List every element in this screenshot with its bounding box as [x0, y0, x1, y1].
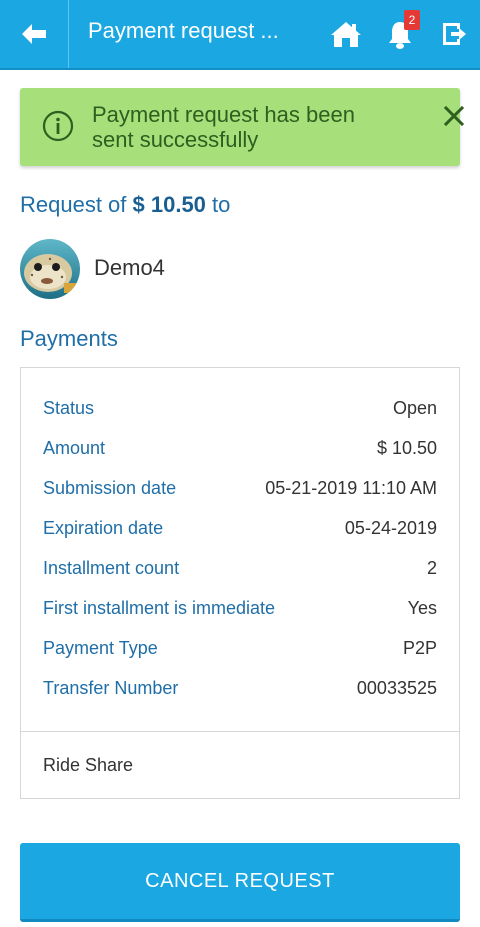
header-divider [68, 0, 69, 68]
recipient-name: Demo4 [94, 255, 165, 280]
detail-value: 2 [426, 558, 437, 578]
success-alert: Payment request has been sent successful… [20, 88, 465, 166]
arrow-left-icon [22, 24, 46, 44]
detail-label: Payment Type [43, 638, 158, 658]
notifications-button[interactable]: 2 [380, 10, 420, 54]
detail-row-payment-type: Payment Type P2P [43, 638, 437, 668]
detail-value: 05-24-2019 [344, 518, 437, 538]
request-heading: Request of $ 10.50 to [20, 192, 230, 218]
request-amount: $ 10.50 [132, 192, 206, 217]
detail-row-status: Status Open [43, 398, 437, 428]
detail-label: Status [43, 398, 95, 418]
payment-details-card: Status Open Amount $ 10.50 Submission da… [20, 367, 460, 799]
detail-label: Transfer Number [43, 678, 179, 698]
detail-value: 05-21-2019 11:10 AM [265, 478, 437, 498]
detail-value: Yes [407, 598, 437, 618]
detail-row-transfer-number: Transfer Number 00033525 [43, 678, 437, 708]
payment-note: Ride Share [43, 755, 134, 775]
detail-value: Open [392, 398, 437, 418]
back-button[interactable] [0, 0, 68, 68]
detail-label: Amount [43, 438, 106, 458]
close-icon [443, 105, 465, 127]
detail-row-first-installment: First installment is immediate Yes [43, 598, 437, 628]
page-title: Payment request ... [88, 18, 279, 43]
home-button[interactable] [326, 14, 366, 54]
request-suffix: to [205, 192, 231, 217]
detail-label: First installment is immediate [43, 598, 276, 618]
avatar [20, 239, 80, 299]
detail-row-submission-date: Submission date 05-21-2019 11:10 AM [43, 478, 437, 508]
detail-value: 00033525 [356, 678, 437, 698]
detail-value: P2P [402, 638, 437, 658]
alert-message: Payment request has been sent successful… [92, 102, 355, 152]
logout-icon [443, 23, 466, 45]
cancel-request-button[interactable]: CANCEL REQUEST [20, 843, 460, 922]
detail-label: Expiration date [43, 518, 164, 538]
detail-label: Installment count [43, 558, 180, 578]
app-header: Payment request ... 2 [0, 0, 480, 70]
card-divider [21, 731, 459, 732]
detail-row-expiration-date: Expiration date 05-24-2019 [43, 518, 437, 548]
detail-label: Submission date [43, 478, 177, 498]
detail-row-amount: Amount $ 10.50 [43, 438, 437, 468]
payments-heading: Payments [20, 326, 118, 351]
request-prefix: Request of [20, 192, 133, 217]
detail-row-installment-count: Installment count 2 [43, 558, 437, 588]
home-icon [331, 22, 361, 47]
logout-button[interactable] [434, 14, 474, 54]
info-icon [42, 110, 74, 142]
detail-value: $ 10.50 [376, 438, 437, 458]
alert-close-button[interactable] [438, 100, 470, 132]
notification-badge: 2 [404, 10, 420, 30]
